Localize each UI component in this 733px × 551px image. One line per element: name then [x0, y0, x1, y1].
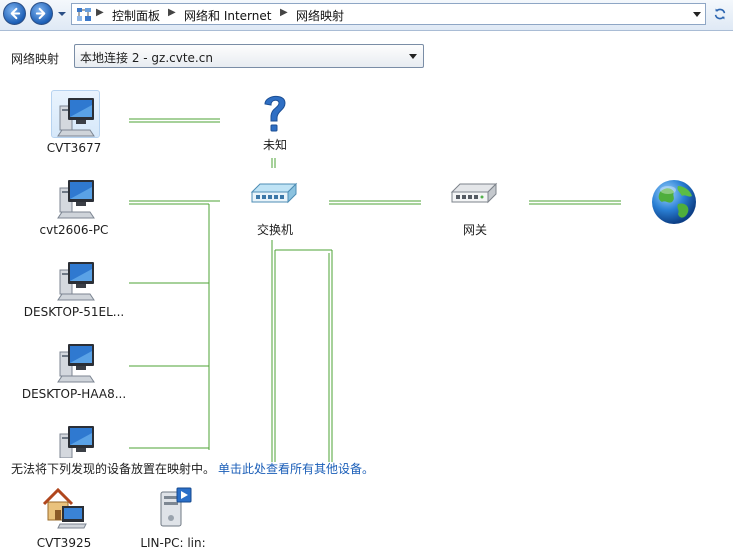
- device-label: 交换机: [256, 223, 293, 237]
- globe-icon: [652, 180, 696, 224]
- computer-icon: [59, 426, 94, 458]
- internet-globe[interactable]: [650, 178, 700, 228]
- device-label: CVT3925: [36, 536, 92, 550]
- device-home-pc-cvt3925[interactable]: CVT3925: [24, 486, 104, 550]
- device-pc-cvt2606[interactable]: cvt2606-PC: [24, 174, 124, 237]
- view-other-devices-link[interactable]: 单击此处查看所有其他设备。: [218, 460, 374, 477]
- device-pc-desktop-haa8[interactable]: DESKTOP-HAA8...: [14, 338, 134, 401]
- home-computer-icon: [42, 487, 87, 529]
- device-media-server-lin-pc[interactable]: LIN-PC: lin:: [130, 486, 216, 550]
- device-pc-partial[interactable]: [24, 420, 124, 458]
- computer-icon: [57, 98, 95, 137]
- device-gateway[interactable]: 网关: [440, 178, 510, 238]
- device-pc-cvt3677[interactable]: CVT3677: [24, 92, 124, 155]
- device-label: 网关: [462, 223, 487, 237]
- computer-icon: [57, 344, 95, 383]
- computer-icon: [57, 180, 95, 219]
- gateway-router-icon: [450, 182, 498, 204]
- media-server-icon: [160, 487, 192, 527]
- computer-icon: [57, 262, 95, 301]
- device-label: DESKTOP-HAA8...: [21, 387, 127, 401]
- device-label: cvt2606-PC: [39, 223, 109, 237]
- question-mark-icon: [264, 95, 286, 132]
- device-label: 未知: [262, 138, 287, 152]
- unplaced-devices-notice: 无法将下列发现的设备放置在映射中。: [11, 462, 216, 476]
- device-switch[interactable]: 交换机: [240, 178, 310, 238]
- network-switch-icon: [250, 182, 298, 204]
- device-label: LIN-PC: lin:: [140, 536, 206, 550]
- device-label: DESKTOP-51EL...: [23, 305, 125, 319]
- device-pc-desktop-51el[interactable]: DESKTOP-51EL...: [14, 256, 134, 319]
- device-label: CVT3677: [46, 141, 102, 155]
- device-unknown[interactable]: 未知: [240, 88, 310, 153]
